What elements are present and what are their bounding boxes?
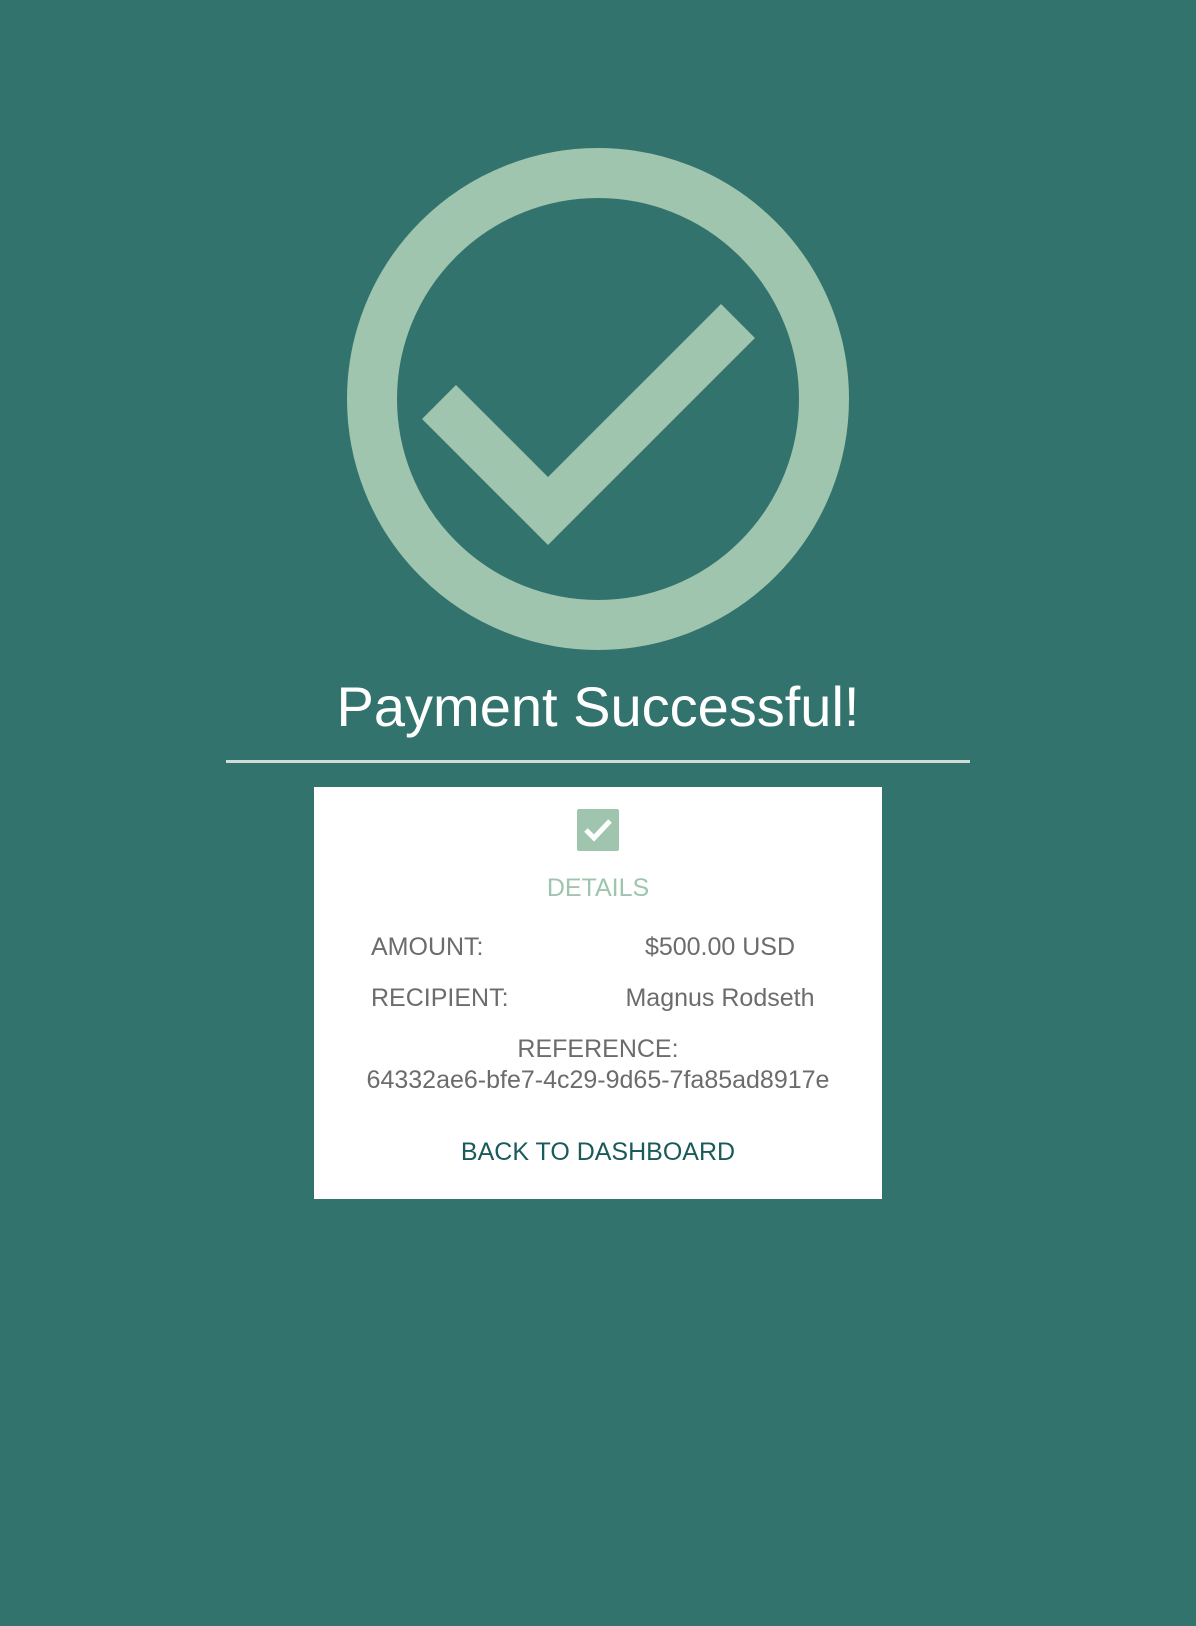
circle-check-icon: [347, 148, 849, 650]
reference-label: REFERENCE:: [517, 1035, 679, 1063]
checkbox-checked-icon: [577, 809, 619, 851]
divider: [226, 760, 970, 763]
reference-value: 64332ae6-bfe7-4c29-9d65-7fa85ad8917e: [366, 1066, 830, 1094]
amount-row: AMOUNT: $500.00 USD: [314, 931, 882, 963]
details-heading: DETAILS: [546, 874, 650, 902]
amount-label: AMOUNT:: [371, 933, 484, 961]
amount-value: $500.00 USD: [644, 933, 796, 961]
recipient-value: Magnus Rodseth: [625, 984, 815, 1012]
recipient-row: RECIPIENT: Magnus Rodseth: [314, 982, 882, 1014]
back-to-dashboard-button[interactable]: BACK TO DASHBOARD: [314, 1136, 882, 1168]
recipient-label: RECIPIENT:: [371, 984, 509, 1012]
payment-details-card: DETAILS AMOUNT: $500.00 USD RECIPIENT: M…: [314, 787, 882, 1199]
page-title: Payment Successful!: [336, 675, 860, 738]
